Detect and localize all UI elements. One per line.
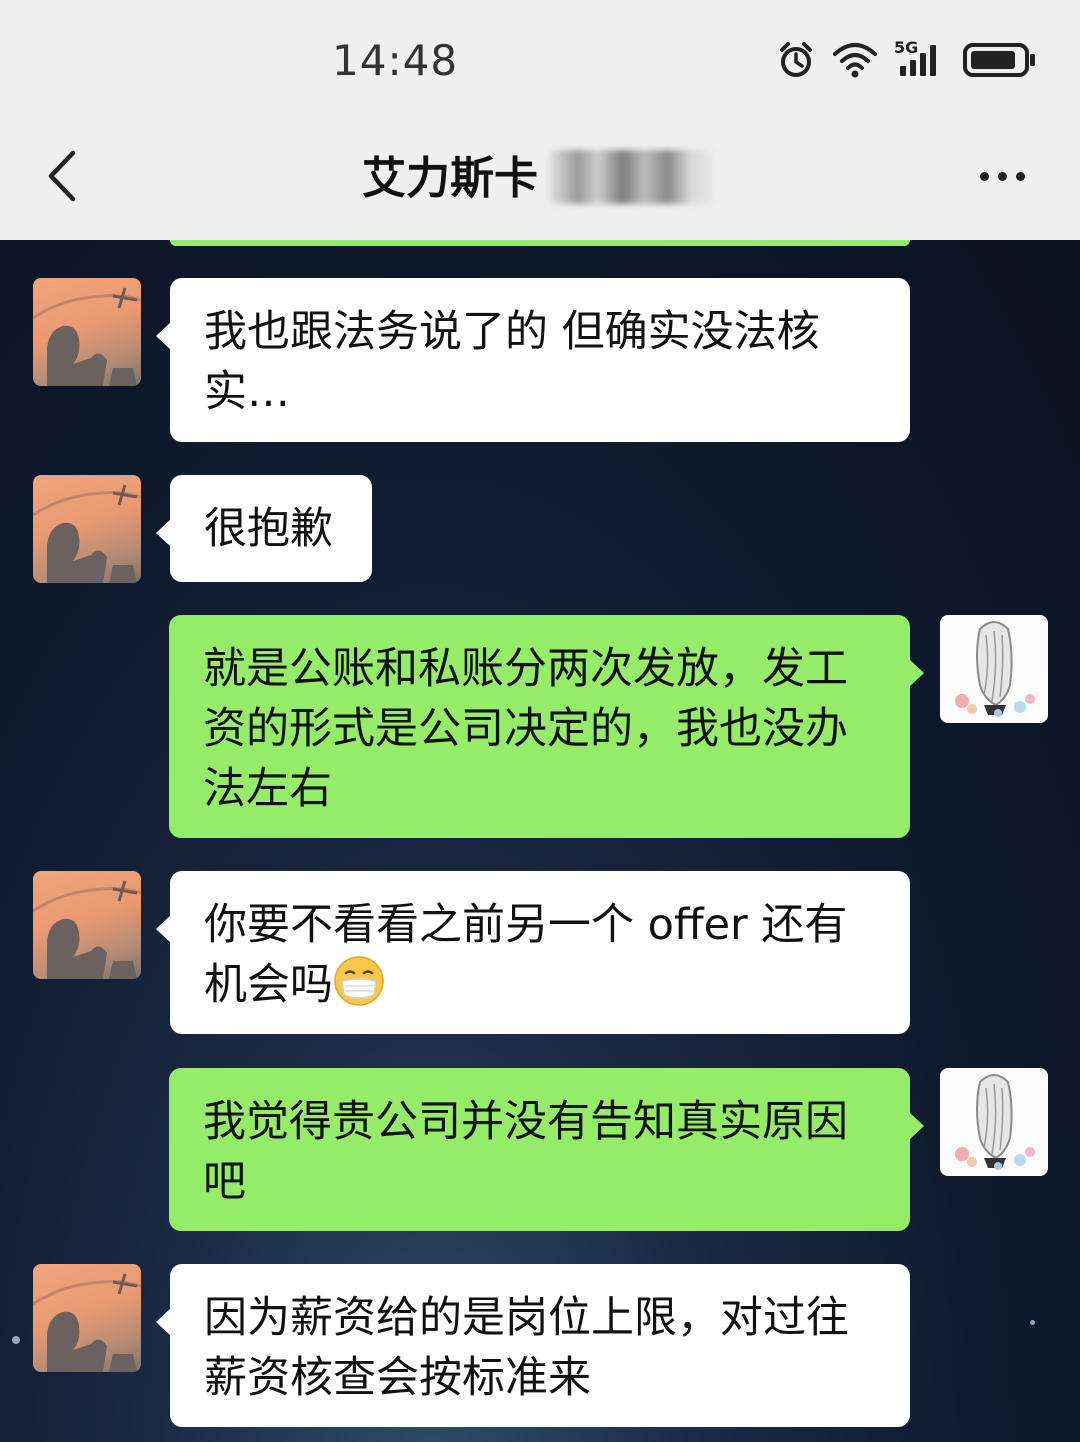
contact-avatar[interactable] [33, 278, 141, 386]
message-text-line: 实… [204, 367, 290, 417]
mask-face-emoji [334, 956, 384, 1006]
message-bubble-incoming[interactable]: 我也跟法务说了的 但确实没法核 实… [156, 278, 910, 442]
message-bubble-incoming[interactable]: 很抱歉 [156, 475, 372, 582]
message-text-line: 薪资核查会按标准来 [204, 1353, 591, 1403]
contact-avatar[interactable] [33, 1264, 141, 1372]
message-text-line: 很抱歉 [204, 504, 333, 554]
message-text-line: 我觉得贵公司并没有告知真实原因 [203, 1097, 848, 1147]
more-button[interactable] [972, 154, 1032, 198]
message-text-line: 因为薪资给的是岗位上限，对过往 [204, 1293, 849, 1343]
message-text-line: 我也跟法务说了的 但确实没法核 [204, 307, 820, 357]
battery-icon [962, 40, 1038, 80]
top-bar: 14:48 5G 艾力斯卡 [0, 0, 1080, 240]
more-dot [979, 171, 989, 181]
self-avatar[interactable] [940, 615, 1048, 723]
message-text-line: 资的形式是公司决定的，我也没办 [203, 704, 848, 754]
contact-avatar[interactable] [33, 475, 141, 583]
more-dot [1015, 171, 1025, 181]
message-bubble-outgoing[interactable]: 就是公账和私账分两次发放，发工 资的形式是公司决定的，我也没办 法左右 [169, 615, 924, 838]
message-bubble-incoming[interactable]: 因为薪资给的是岗位上限，对过往 薪资核查会按标准来 [156, 1264, 910, 1427]
chat-area[interactable]: 我也跟法务说了的 但确实没法核 实… 很抱歉 就是公账和私账分两次发放，发工 资… [0, 240, 1080, 1442]
message-text-line: 法左右 [203, 764, 332, 814]
5g-signal-icon: 5G [894, 38, 946, 80]
background-star [1030, 1320, 1035, 1325]
wifi-icon [832, 40, 878, 80]
message-text-line: 就是公账和私账分两次发放，发工 [203, 644, 848, 694]
back-button[interactable] [36, 146, 86, 206]
message-text-line: 吧 [203, 1157, 246, 1207]
message-bubble-incoming[interactable]: 你要不看看之前另一个 offer 还有 机会吗 [156, 871, 910, 1034]
message-text-line: 你要不看看之前另一个 offer 还有 [204, 900, 848, 950]
message-text-line: 机会吗 [204, 960, 333, 1010]
more-dot [997, 171, 1007, 181]
message-bubble-outgoing[interactable]: 我觉得贵公司并没有告知真实原因 吧 [169, 1068, 924, 1231]
chat-title: 艾力斯卡 [362, 153, 538, 204]
status-icons: 5G [776, 38, 1038, 82]
chevron-left-icon [48, 150, 76, 202]
alarm-icon [776, 40, 816, 80]
redacted-name-blur [548, 150, 714, 204]
status-time: 14:48 [332, 36, 459, 85]
background-star [12, 1336, 20, 1344]
previous-message-edge [170, 240, 910, 246]
self-avatar[interactable] [940, 1068, 1048, 1176]
contact-avatar[interactable] [33, 871, 141, 979]
